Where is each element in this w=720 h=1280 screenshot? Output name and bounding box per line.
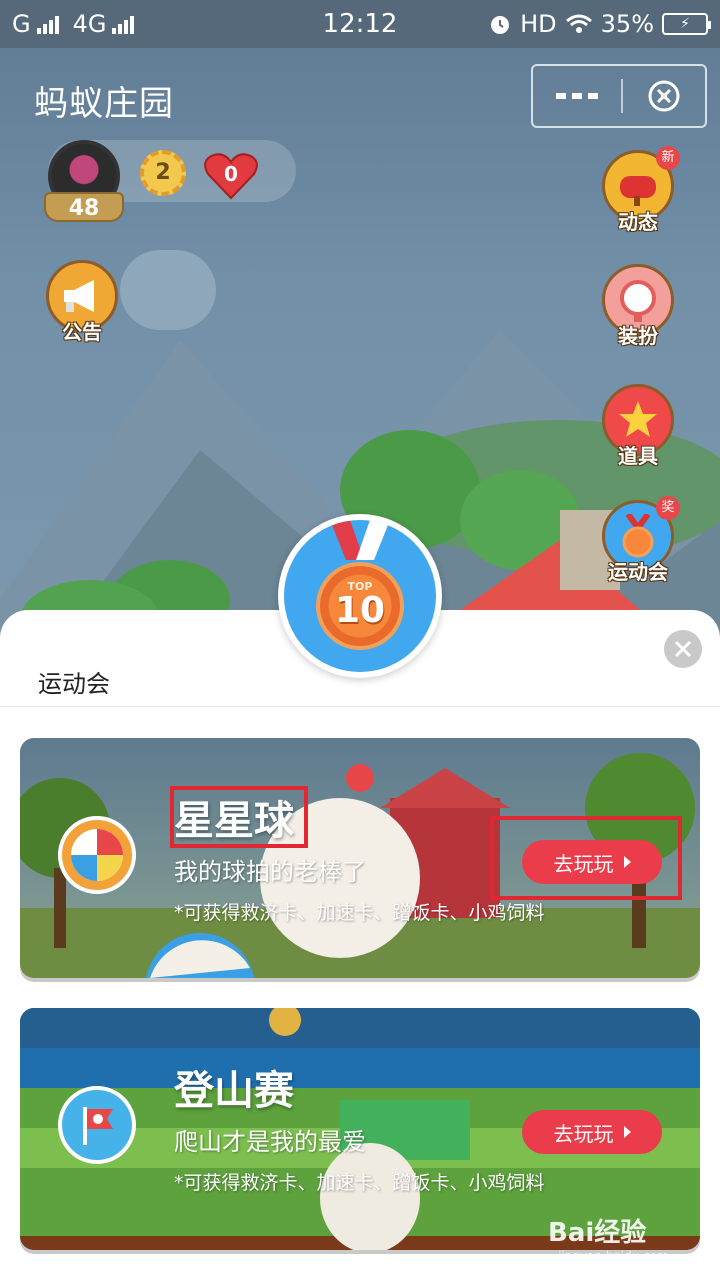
medal-coin: TOP 10 <box>316 562 404 650</box>
heart-count: 0 <box>224 162 238 186</box>
battery-percent: 35% <box>600 10 654 38</box>
side-icon-announcement[interactable]: 公告 <box>44 260 120 345</box>
side-icon-sports-meet[interactable]: 运动会 奖 <box>600 496 680 585</box>
game-subtitle: 我的球拍的老棒了 <box>174 858 366 886</box>
app-header: 蚂蚁庄园 <box>0 48 720 144</box>
side-icon-label: 装扮 <box>618 324 658 348</box>
sports-meet-sheet: 运动会 星星球 我的球拍的老棒了 *可获得救济卡、加速卡、蹭饭卡、小鸡饲料 去玩… <box>0 610 720 1280</box>
close-icon <box>674 640 692 658</box>
mini-program-capsule <box>531 64 707 128</box>
play-arrow-icon <box>623 1126 631 1138</box>
heart-count-badge[interactable]: 0 <box>204 152 258 200</box>
divider <box>0 706 720 707</box>
top10-medal: TOP 10 <box>278 514 442 678</box>
highlight-box <box>170 786 308 848</box>
exit-button[interactable] <box>623 78 705 114</box>
side-icon-dressup[interactable]: 装扮 <box>600 264 676 349</box>
more-button[interactable] <box>533 66 621 126</box>
play-button[interactable]: 去玩玩 <box>522 1110 662 1154</box>
exit-icon <box>648 80 680 112</box>
page-title: 蚂蚁庄园 <box>34 84 174 124</box>
side-icon-label: 公告 <box>62 320 102 344</box>
sheet-close-button[interactable] <box>664 630 702 668</box>
dot-icon <box>572 93 582 99</box>
side-icon-label: 运动会 <box>608 560 668 584</box>
reward-tag: 奖 <box>656 496 680 520</box>
user-level: 48 <box>44 192 124 222</box>
side-icon-news[interactable]: 动态 新 <box>600 146 680 235</box>
status-bar: G 4G 12:12 HD 35% ⚡ <box>0 0 720 48</box>
dot-icon <box>556 93 566 99</box>
highlight-box <box>490 816 682 900</box>
play-button-label: 去玩玩 <box>553 1121 614 1146</box>
flag-icon <box>58 1086 136 1164</box>
battery-icon: ⚡ <box>662 13 711 35</box>
medal-number: 10 <box>334 590 386 631</box>
watermark-url: jingyan.baidu.com <box>558 1249 669 1263</box>
dot-icon <box>588 93 598 99</box>
network-label: 4G <box>72 10 107 38</box>
game-rewards-note: *可获得救济卡、加速卡、蹭饭卡、小鸡饲料 <box>174 902 545 924</box>
game-name: 登山赛 <box>174 1068 294 1114</box>
new-tag: 新 <box>656 146 680 170</box>
game-subtitle: 爬山才是我的最爱 <box>174 1128 366 1156</box>
side-icon-props[interactable]: 道具 <box>600 384 676 469</box>
hd-label: HD <box>520 10 557 38</box>
signal-icon <box>112 14 135 34</box>
alarm-icon <box>491 16 510 34</box>
carrier-label: G <box>12 10 31 38</box>
game-card-star-ball[interactable]: 星星球 我的球拍的老棒了 *可获得救济卡、加速卡、蹭饭卡、小鸡饲料 去玩玩 <box>20 738 700 978</box>
signal-icon <box>36 14 59 34</box>
beach-ball-icon <box>58 816 136 894</box>
medal-count-badge[interactable]: 2 <box>140 150 186 196</box>
sheet-title: 运动会 <box>38 670 110 698</box>
game-rewards-note: *可获得救济卡、加速卡、蹭饭卡、小鸡饲料 <box>174 1172 545 1194</box>
baidu-watermark: Bai经验 jingyan.baidu.com <box>548 1212 669 1263</box>
side-icon-label: 道具 <box>618 444 658 468</box>
side-icon-label: 动态 <box>618 210 658 234</box>
wifi-icon <box>565 14 592 33</box>
ribbon-icon <box>330 520 390 560</box>
watermark-brand: Bai经验 <box>548 1218 647 1248</box>
